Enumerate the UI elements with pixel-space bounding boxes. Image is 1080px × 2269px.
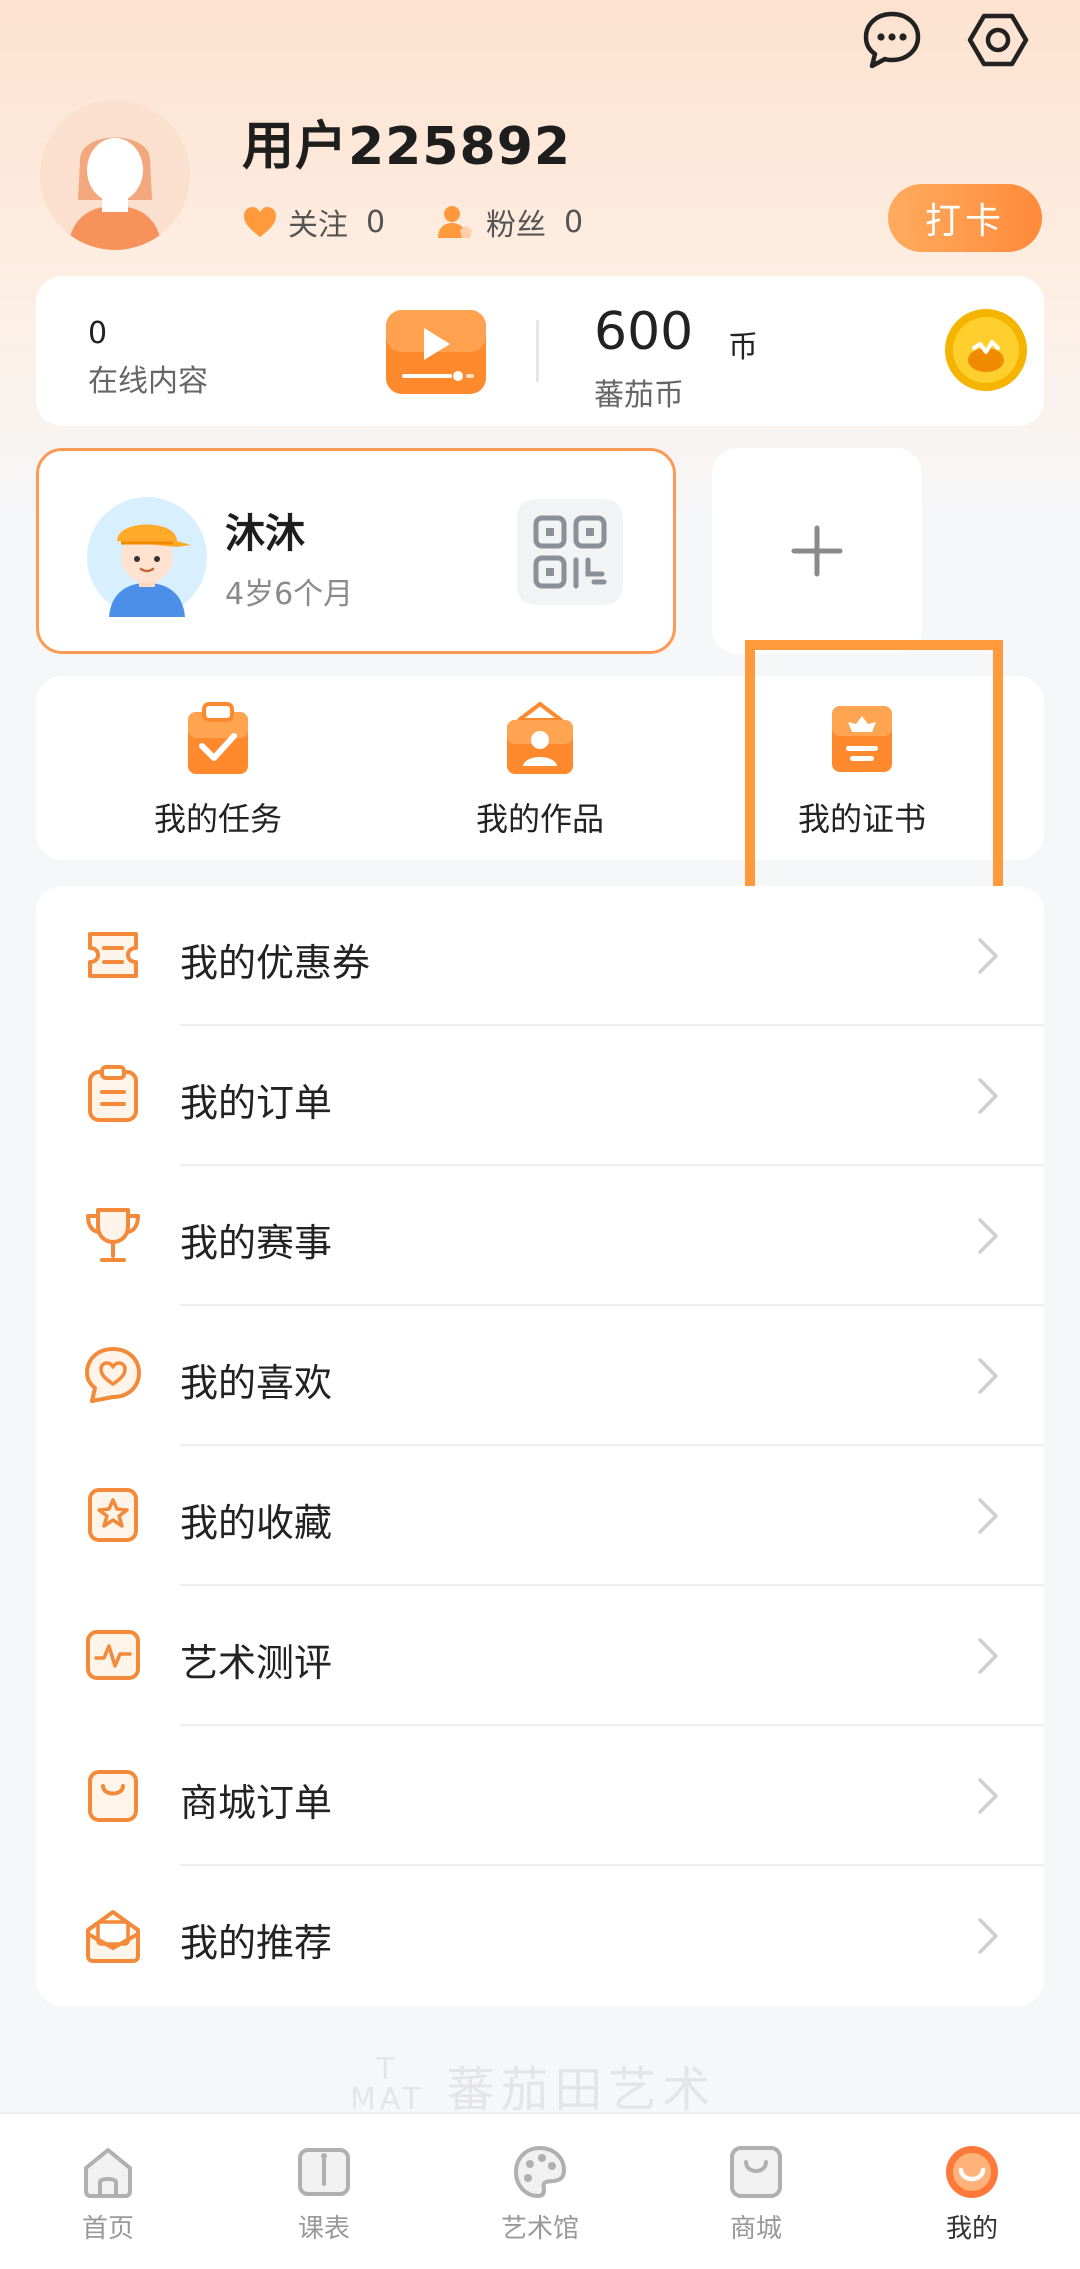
mail-icon (86, 1910, 140, 1963)
pulse-icon (86, 1630, 140, 1680)
menu-item-coupons-label: 我的优惠券 (180, 941, 371, 985)
menu-item-favorites[interactable]: 我的收藏 (36, 1446, 1044, 1586)
avatar[interactable] (40, 100, 190, 250)
chevron-right-icon (978, 1498, 998, 1534)
message-icon[interactable] (860, 8, 924, 72)
tab-art-gallery[interactable]: 艺术馆 (480, 2144, 600, 2245)
checkin-button[interactable]: 打卡 (888, 184, 1042, 252)
palette-icon (514, 2146, 566, 2198)
star-bookmark-icon (88, 1488, 138, 1542)
plus-icon (791, 525, 843, 577)
tab-home[interactable]: 首页 (48, 2144, 168, 2245)
heart-icon (85, 1347, 141, 1403)
coin-stat[interactable]: 600 币 蕃茄币 (540, 276, 1044, 426)
online-content-label: 在线内容 (88, 364, 208, 399)
tab-profile-label: 我的 (945, 2214, 998, 2244)
fans-stat[interactable]: 粉丝 0 (436, 200, 583, 244)
tab-art-gallery-label: 艺术馆 (500, 2214, 579, 2244)
brand-watermark: T MAT 蕃茄田艺术 (350, 2050, 716, 2120)
highlight-box (745, 640, 1003, 914)
brand-logo-bottom: MAT (350, 2082, 425, 2117)
tab-schedule[interactable]: 课表 (264, 2144, 384, 2245)
menu-item-likes-label: 我的喜欢 (180, 1361, 333, 1405)
chevron-right-icon (978, 1218, 998, 1254)
feature-my-tasks[interactable]: 我的任务 (108, 702, 328, 840)
brand-watermark-text: 蕃茄田艺术 (446, 2062, 717, 2118)
chevron-right-icon (978, 1078, 998, 1114)
fans-icon (438, 206, 472, 238)
add-child-button[interactable] (712, 448, 922, 654)
coin-icon (944, 308, 1028, 396)
follow-count: 0 (366, 204, 386, 240)
follow-label: 关注 (288, 208, 348, 243)
online-content-count: 0 (88, 316, 108, 351)
settings-icon[interactable] (966, 8, 1030, 72)
follow-stat[interactable]: 关注 0 (242, 200, 385, 244)
coin-unit: 币 (728, 330, 758, 365)
chevron-right-icon (978, 1358, 998, 1394)
child-age: 4岁6个月 (225, 577, 354, 612)
stats-divider (536, 320, 539, 382)
menu-item-competitions-label: 我的赛事 (180, 1221, 333, 1265)
shop-bag-icon (730, 2146, 782, 2198)
menu-item-likes[interactable]: 我的喜欢 (36, 1306, 1044, 1446)
tab-home-label: 首页 (81, 2214, 134, 2244)
profile-smile-icon (946, 2146, 998, 2198)
chevron-right-icon (978, 1778, 998, 1814)
child-avatar (87, 497, 207, 621)
shopping-bag-icon (88, 1770, 138, 1822)
stats-card: 0 在线内容 600 币 蕃茄币 (36, 276, 1044, 426)
qr-code-icon[interactable] (517, 499, 623, 605)
child-name: 沐沐 (225, 511, 305, 557)
menu-item-recommendations[interactable]: 我的推荐 (36, 1866, 1044, 2006)
chevron-right-icon (978, 938, 998, 974)
heart-icon (244, 207, 276, 237)
menu-item-coupons[interactable]: 我的优惠券 (36, 886, 1044, 1026)
menu-item-orders[interactable]: 我的订单 (36, 1026, 1044, 1166)
menu-item-competitions[interactable]: 我的赛事 (36, 1166, 1044, 1306)
header-background (0, 0, 1080, 520)
menu-item-recommendations-label: 我的推荐 (180, 1921, 333, 1965)
fans-label: 粉丝 (486, 208, 546, 243)
coin-amount: 600 (594, 302, 694, 362)
coin-label: 蕃茄币 (594, 378, 684, 413)
menu-item-art-assessment[interactable]: 艺术测评 (36, 1586, 1044, 1726)
order-icon (88, 1065, 138, 1122)
menu-item-orders-label: 我的订单 (180, 1081, 333, 1125)
menu-list: 我的优惠券 我的订单 我的赛事 我的喜欢 我的收藏 艺术测评 商城订单 我的推荐 (36, 886, 1044, 2006)
feature-my-works[interactable]: 我的作品 (430, 702, 650, 840)
task-clipboard-icon (188, 702, 248, 774)
tab-shop-label: 商城 (729, 2214, 782, 2244)
chevron-right-icon (978, 1638, 998, 1674)
online-content-stat[interactable]: 0 在线内容 (36, 276, 536, 426)
child-profile-card[interactable]: 沐沐 4岁6个月 (36, 448, 676, 654)
feature-my-works-label: 我的作品 (475, 800, 604, 838)
home-icon (84, 2148, 132, 2198)
fans-count: 0 (564, 204, 584, 240)
chevron-right-icon (978, 1918, 998, 1954)
bottom-tab-bar: 首页 课表 艺术馆 商城 我的 (0, 2112, 1080, 2269)
menu-item-favorites-label: 我的收藏 (180, 1501, 333, 1545)
brand-logo: T MAT (350, 2055, 424, 2115)
brand-logo-top: T (376, 2052, 399, 2087)
tab-schedule-label: 课表 (297, 2214, 350, 2244)
trophy-icon (86, 1208, 140, 1262)
username: 用户225892 (242, 117, 572, 177)
schedule-book-icon (298, 2148, 350, 2196)
video-play-icon (386, 310, 486, 398)
menu-item-shop-orders[interactable]: 商城订单 (36, 1726, 1044, 1866)
menu-item-shop-orders-label: 商城订单 (180, 1781, 333, 1825)
coupon-icon (88, 932, 138, 978)
feature-my-tasks-label: 我的任务 (153, 800, 282, 838)
tab-shop[interactable]: 商城 (696, 2144, 816, 2245)
menu-item-art-assessment-label: 艺术测评 (180, 1641, 333, 1685)
tab-profile[interactable]: 我的 (912, 2144, 1032, 2245)
artwork-frame-icon (507, 702, 573, 774)
